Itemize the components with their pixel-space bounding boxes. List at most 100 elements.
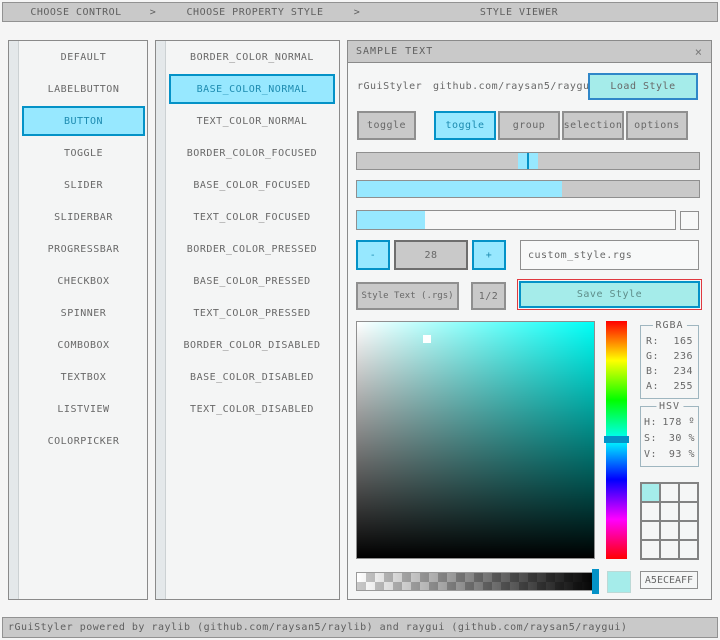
chevron-right-icon: > [353,7,361,18]
list-item-sliderbar[interactable]: SLIDERBAR [22,202,145,232]
list-item-spinner[interactable]: SPINNER [22,298,145,328]
sample-checkbox[interactable] [680,211,699,230]
b-label: B: [646,366,659,377]
empty-color-swatch[interactable] [642,541,659,558]
toggle-button[interactable]: toggle [357,111,416,140]
list-item-base-color-focused[interactable]: BASE_COLOR_FOCUSED [169,170,335,200]
empty-color-swatch[interactable] [680,522,697,539]
hex-color-input[interactable]: A5ECEAFF [640,571,698,589]
window-title: SAMPLE TEXT [356,46,433,57]
sample-slider[interactable] [356,152,700,170]
empty-color-swatch[interactable] [661,522,678,539]
rgba-title: RGBA [652,320,686,331]
close-icon[interactable]: × [695,45,703,59]
list-item-border-color-focused[interactable]: BORDER_COLOR_FOCUSED [169,138,335,168]
window-titlebar[interactable]: SAMPLE TEXT × [348,41,711,63]
page-indicator-button[interactable]: 1/2 [471,282,506,310]
sample-text-window: SAMPLE TEXT × rGuiStyler github.com/rays… [347,40,712,600]
empty-color-swatch[interactable] [661,541,678,558]
hsv-title: HSV [656,401,683,412]
crumb-choose-property-style: CHOOSE PROPERTY STYLE [157,7,353,18]
list-item-base-color-disabled[interactable]: BASE_COLOR_DISABLED [169,362,335,392]
g-value: 236 [673,351,693,362]
control-list-scrollbar[interactable] [9,41,19,599]
breadcrumb: CHOOSE CONTROL > CHOOSE PROPERTY STYLE >… [2,2,718,22]
list-item-default[interactable]: DEFAULT [22,42,145,72]
current-color-swatch [607,571,631,593]
h-value: 178 º [662,417,695,428]
rgba-groupbox: RGBA R:165 G:236 B:234 A:255 [640,325,699,399]
list-item-base-color-normal-selected[interactable]: BASE_COLOR_NORMAL [169,74,335,104]
spinner-value[interactable]: 28 [394,240,468,270]
crumb-choose-control: CHOOSE CONTROL [3,7,149,18]
list-item-text-color-focused[interactable]: TEXT_COLOR_FOCUSED [169,202,335,232]
list-item-text-color-disabled[interactable]: TEXT_COLOR_DISABLED [169,394,335,424]
color-cursor[interactable] [423,335,431,343]
alpha-bar[interactable] [356,572,599,591]
style-filename-input[interactable]: custom_style.rgs [520,240,699,270]
list-item-textbox[interactable]: TEXTBOX [22,362,145,392]
saved-colors-grid [640,482,699,560]
sample-progressbar [356,210,676,230]
list-item-base-color-pressed[interactable]: BASE_COLOR_PRESSED [169,266,335,296]
list-item-toggle[interactable]: TOGGLE [22,138,145,168]
control-list: DEFAULT LABELBUTTON BUTTON TOGGLE SLIDER… [8,40,148,600]
empty-color-swatch[interactable] [680,484,697,501]
list-item-border-color-pressed[interactable]: BORDER_COLOR_PRESSED [169,234,335,264]
spinner-decrement-button[interactable]: - [356,240,390,270]
toggle-group-options[interactable]: options [626,111,688,140]
list-item-colorpicker[interactable]: COLORPICKER [22,426,145,456]
list-item-border-color-normal[interactable]: BORDER_COLOR_NORMAL [169,42,335,72]
progressbar-fill [357,211,425,229]
list-item-slider[interactable]: SLIDER [22,170,145,200]
saved-color-swatch[interactable] [642,484,659,501]
empty-color-swatch[interactable] [680,503,697,520]
slider-handle[interactable] [518,153,538,169]
list-item-border-color-disabled[interactable]: BORDER_COLOR_DISABLED [169,330,335,360]
a-label: A: [646,381,659,392]
crumb-style-viewer: STYLE VIEWER [361,7,677,18]
repo-url-label: github.com/raysan5/raygui [433,73,596,100]
list-item-listview[interactable]: LISTVIEW [22,394,145,424]
list-item-button-selected[interactable]: BUTTON [22,106,145,136]
list-item-labelbutton[interactable]: LABELBUTTON [22,74,145,104]
hsv-groupbox: HSV H:178 º S:30 % V:93 % [640,406,699,467]
b-value: 234 [673,366,693,377]
color-saturation-value-panel[interactable] [356,321,595,559]
hue-handle[interactable] [604,436,629,443]
chevron-right-icon: > [149,7,157,18]
property-list-scrollbar[interactable] [156,41,166,599]
list-item-progressbar[interactable]: PROGRESSBAR [22,234,145,264]
g-label: G: [646,351,659,362]
empty-color-swatch[interactable] [642,522,659,539]
app-name-label: rGuiStyler [357,73,422,100]
toggle-group-group[interactable]: group [498,111,560,140]
style-text-button[interactable]: Style Text (.rgs) [356,282,459,310]
r-value: 165 [673,336,693,347]
a-value: 255 [673,381,693,392]
r-label: R: [646,336,659,347]
empty-color-swatch[interactable] [642,503,659,520]
list-item-combobox[interactable]: COMBOBOX [22,330,145,360]
empty-color-swatch[interactable] [661,503,678,520]
list-item-text-color-normal[interactable]: TEXT_COLOR_NORMAL [169,106,335,136]
empty-color-swatch[interactable] [680,541,697,558]
h-label: H: [644,417,657,428]
spinner-increment-button[interactable]: + [472,240,506,270]
toggle-group-selection[interactable]: selection [562,111,624,140]
sample-sliderbar[interactable] [356,180,700,198]
s-value: 30 % [669,433,695,444]
save-style-button[interactable]: Save Style [519,281,700,308]
alpha-handle[interactable] [592,569,599,594]
load-style-button[interactable]: Load Style [588,73,698,100]
toggle-group-toggle-active[interactable]: toggle [434,111,496,140]
v-label: V: [644,449,657,460]
s-label: S: [644,433,657,444]
list-item-text-color-pressed[interactable]: TEXT_COLOR_PRESSED [169,298,335,328]
empty-color-swatch[interactable] [661,484,678,501]
sliderbar-fill [357,181,562,197]
rguistyler-window: CHOOSE CONTROL > CHOOSE PROPERTY STYLE >… [0,0,720,640]
v-value: 93 % [669,449,695,460]
list-item-checkbox[interactable]: CHECKBOX [22,266,145,296]
status-bar: rGuiStyler powered by raylib (github.com… [2,617,718,638]
